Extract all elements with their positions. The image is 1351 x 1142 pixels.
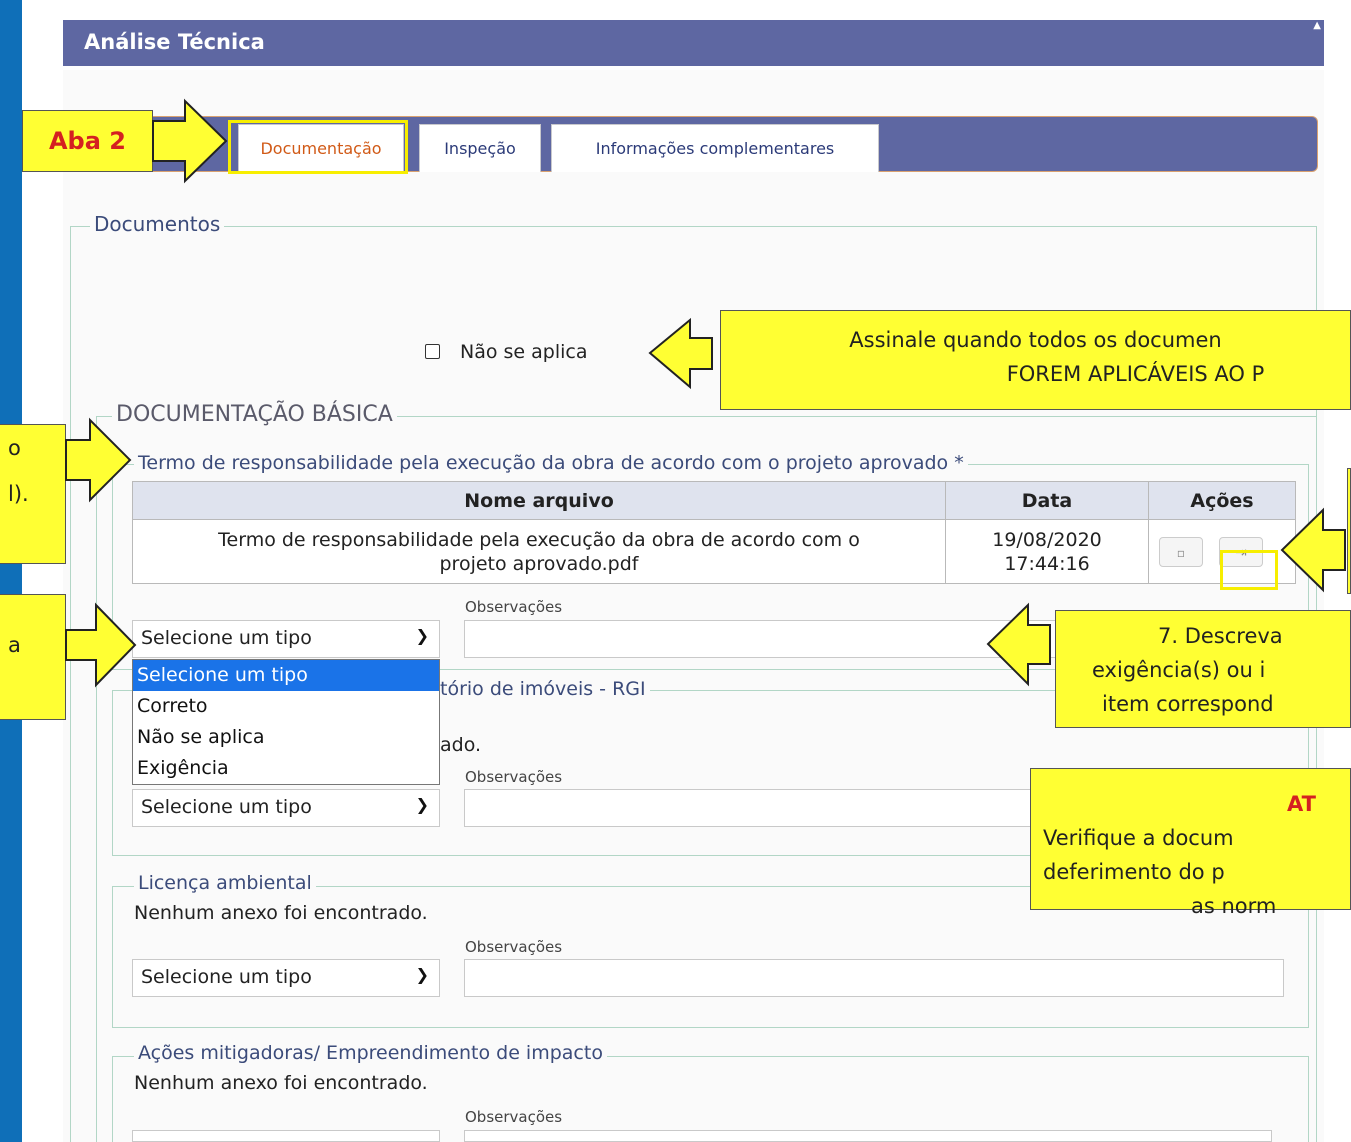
tipo-select[interactable]: Selecione um tipo ❯	[132, 959, 440, 997]
annotation-aba2: Aba 2	[22, 110, 153, 172]
annotation-atencao: AT Verifique a docum deferimento do p as…	[1030, 768, 1351, 918]
acoes-empty-text: Nenhum anexo foi encontrado.	[134, 1072, 428, 1094]
annotation-line: o	[8, 436, 21, 460]
annotation-line: 7. Descreva	[1158, 624, 1283, 648]
nao-se-aplica-checkbox[interactable]	[425, 344, 440, 359]
documentacao-basica-legend: DOCUMENTAÇÃO BÁSICA	[112, 402, 397, 427]
annotation-right-edge	[1347, 468, 1351, 594]
annotation-line: Verifique a docum	[1043, 826, 1234, 850]
annotation-line: Assinale quando todos os documen	[849, 328, 1222, 352]
file-date-line1: 19/08/2020	[992, 528, 1102, 551]
tipo-select[interactable]: Selecione um tipo ❯	[132, 620, 440, 658]
annotation-line: l).	[8, 482, 29, 506]
column-header-nome: Nome arquivo	[132, 481, 946, 520]
tab-label: Inspeção	[444, 139, 516, 158]
action-highlight-box	[1220, 550, 1278, 590]
file-date-cell: 19/08/2020 17:44:16	[945, 519, 1149, 584]
annotation-left-top: o l).	[0, 424, 66, 564]
chevron-down-icon: ❯	[415, 795, 429, 814]
table-header-row: Nome arquivo Data Ações	[132, 481, 1296, 520]
annotation-line: deferimento do p	[1043, 860, 1225, 884]
panel-header[interactable]: Análise Técnica	[63, 20, 1324, 66]
annotation-left-mid: a	[0, 594, 66, 720]
observacoes-input[interactable]	[464, 959, 1284, 997]
annotation-line: a	[8, 633, 21, 657]
tipo-select[interactable]	[132, 1130, 440, 1142]
file-date-line2: 17:44:16	[1004, 552, 1090, 575]
column-header-acoes: Ações	[1148, 481, 1296, 520]
annotation-assinale: Assinale quando todos os documen FOREM A…	[720, 310, 1351, 410]
annotation-descreva: 7. Descreva exigência(s) ou i item corre…	[1055, 610, 1351, 728]
panel-title: Análise Técnica	[84, 30, 265, 54]
select-value: Selecione um tipo	[141, 627, 312, 649]
collapse-icon[interactable]: ▲	[1313, 20, 1321, 31]
nao-se-aplica-label: Não se aplica	[460, 341, 588, 363]
licenca-empty-text: Nenhum anexo foi encontrado.	[134, 902, 428, 924]
observacoes-label: Observações	[465, 598, 563, 616]
select-value: Selecione um tipo	[141, 796, 312, 818]
tipo-dropdown: Selecione um tipo Correto Não se aplica …	[132, 659, 440, 785]
column-header-data: Data	[945, 481, 1149, 520]
tipo-select[interactable]: Selecione um tipo ❯	[132, 789, 440, 827]
rgi-empty-text: ado.	[440, 734, 482, 756]
file-name-cell: Termo de responsabilidade pela execução …	[132, 519, 946, 584]
tab-informacoes[interactable]: Informações complementares	[551, 124, 879, 172]
observacoes-input[interactable]	[464, 1130, 1272, 1142]
chevron-down-icon: ❯	[415, 965, 429, 984]
view-file-button[interactable]: ▫	[1159, 537, 1203, 567]
dropdown-option[interactable]: Exigência	[133, 753, 439, 784]
table-row: Termo de responsabilidade pela execução …	[132, 519, 1296, 584]
annotation-line: FOREM APLICÁVEIS AO P	[1006, 362, 1265, 386]
annotation-title: AT	[1287, 792, 1316, 816]
dropdown-option[interactable]: Correto	[133, 691, 439, 722]
documentos-legend: Documentos	[90, 212, 225, 236]
tab-inspecao[interactable]: Inspeção	[419, 124, 541, 172]
files-table: Nome arquivo Data Ações Termo de respons…	[132, 481, 1296, 584]
annotation-line: exigência(s) ou i	[1092, 658, 1266, 682]
acoes-legend: Ações mitigadoras/ Empreendimento de imp…	[134, 1042, 607, 1064]
tab-highlight-box	[228, 120, 408, 174]
licenca-legend: Licença ambiental	[134, 872, 316, 894]
dropdown-option[interactable]: Não se aplica	[133, 722, 439, 753]
chevron-down-icon: ❯	[415, 626, 429, 645]
tab-label: Informações complementares	[595, 139, 835, 158]
annotation-line: as norm	[1191, 894, 1277, 918]
file-name-line1: Termo de responsabilidade pela execução …	[218, 528, 860, 551]
observacoes-label: Observações	[465, 1108, 563, 1126]
observacoes-label: Observações	[465, 768, 563, 786]
dropdown-option[interactable]: Selecione um tipo	[133, 660, 439, 691]
select-value: Selecione um tipo	[141, 966, 312, 988]
observacoes-label: Observações	[465, 938, 563, 956]
annotation-line: item correspond	[1102, 692, 1274, 716]
rgi-legend: tório de imóveis - RGI	[436, 678, 650, 700]
file-name-line2: projeto aprovado.pdf	[439, 552, 639, 575]
termo-legend: Termo de responsabilidade pela execução …	[134, 452, 968, 474]
